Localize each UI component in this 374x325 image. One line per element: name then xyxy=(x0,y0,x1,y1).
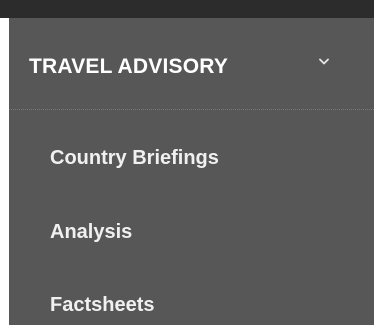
menu-item-label: Factsheets xyxy=(50,294,155,316)
travel-advisory-section-toggle[interactable]: TRAVEL ADVISORY xyxy=(9,18,374,110)
sidebar-menu: TRAVEL ADVISORY Country Briefings Analys… xyxy=(9,18,374,325)
top-bar xyxy=(0,0,374,18)
screenshot-frame: TRAVEL ADVISORY Country Briefings Analys… xyxy=(0,0,374,325)
menu-item-label: Country Briefings xyxy=(50,147,219,169)
menu-item-country-briefings[interactable]: Country Briefings xyxy=(9,136,374,180)
menu-item-analysis[interactable]: Analysis xyxy=(9,210,374,254)
section-title: TRAVEL ADVISORY xyxy=(29,55,229,78)
menu-item-label: Analysis xyxy=(50,221,133,243)
menu-item-factsheets[interactable]: Factsheets xyxy=(9,283,374,325)
chevron-down-icon[interactable] xyxy=(319,58,329,68)
